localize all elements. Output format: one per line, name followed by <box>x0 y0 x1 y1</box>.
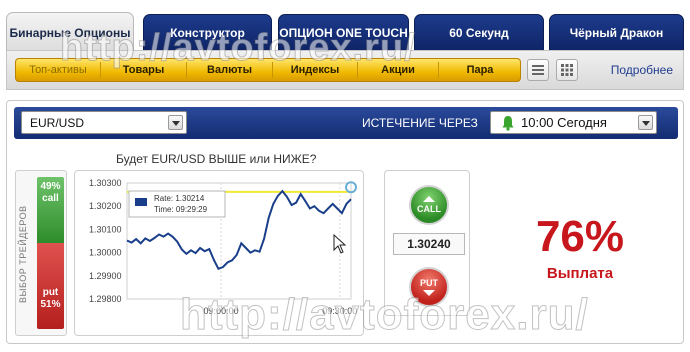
y-tick-label: 1.30100 <box>89 224 122 234</box>
call-sentiment-percent: 49% <box>40 181 61 192</box>
grid-view-icon <box>561 64 573 76</box>
trade-header-bar: EUR/USD ИСТЕЧЕНИЕ ЧЕРЕЗ 10:00 Сегодня <box>14 107 678 139</box>
expiry-select-value: 10:00 Сегодня <box>521 115 607 130</box>
expiry-select[interactable]: 10:00 Сегодня <box>490 111 657 134</box>
asset-select[interactable]: EUR/USD <box>21 111 187 134</box>
put-button-label: PUT <box>420 278 438 288</box>
put-sentiment: put 51% <box>37 243 64 329</box>
list-view-button[interactable] <box>527 59 549 81</box>
asset-select-value: EUR/USD <box>30 115 85 130</box>
expiry-label: ИСТЕЧЕНИЕ ЧЕРЕЗ <box>362 116 478 130</box>
list-view-icon <box>532 65 544 75</box>
current-price: 1.30240 <box>393 233 465 255</box>
chart-tooltip: Rate: 1.30214 Time: 09:29:29 <box>128 190 226 218</box>
more-link[interactable]: Подробнее <box>611 63 673 77</box>
chevron-down-icon <box>638 115 653 130</box>
put-sentiment-label: put <box>42 287 59 298</box>
tab-black-dragon[interactable]: Чёрный Дракон <box>549 14 684 50</box>
payout-label: Выплата <box>546 265 614 282</box>
call-sentiment-label: call <box>42 193 59 204</box>
tooltip-swatch <box>135 198 147 206</box>
tooltip-rate: Rate: 1.30214 <box>154 194 205 203</box>
bell-icon <box>502 115 514 131</box>
cursor-pointer-icon <box>333 233 347 254</box>
y-tick-label: 1.29900 <box>89 271 122 281</box>
y-tick-label: 1.30300 <box>89 178 122 188</box>
category-pairs[interactable]: Пара <box>439 59 521 81</box>
arrow-up-icon <box>423 196 435 202</box>
tooltip-time: Time: 09:29:29 <box>154 205 208 214</box>
traders-choice-label: ВЫБОР ТРЕЙДЕРОВ <box>18 205 28 303</box>
call-sentiment: 49% call <box>37 177 64 243</box>
chevron-down-icon <box>168 115 183 130</box>
call-button-label: CALL <box>417 204 441 214</box>
y-tick-label: 1.29800 <box>89 294 122 304</box>
watermark-top: http://avtoforex.ru/ <box>60 27 416 70</box>
tab-60-seconds[interactable]: 60 Секунд <box>414 14 544 50</box>
y-tick-label: 1.30000 <box>89 248 122 258</box>
watermark-bottom: http://avtoforex.ru/ <box>180 290 589 340</box>
y-tick-label: 1.30200 <box>89 201 122 211</box>
call-button[interactable]: CALL <box>409 185 449 225</box>
trade-question: Будет EUR/USD ВЫШЕ или НИЖЕ? <box>116 152 317 166</box>
payout-percent: 76% <box>535 212 625 261</box>
put-sentiment-percent: 51% <box>40 299 61 310</box>
traders-choice: ВЫБОР ТРЕЙДЕРОВ 49% call put 51% <box>15 170 67 336</box>
grid-view-button[interactable] <box>556 59 578 81</box>
